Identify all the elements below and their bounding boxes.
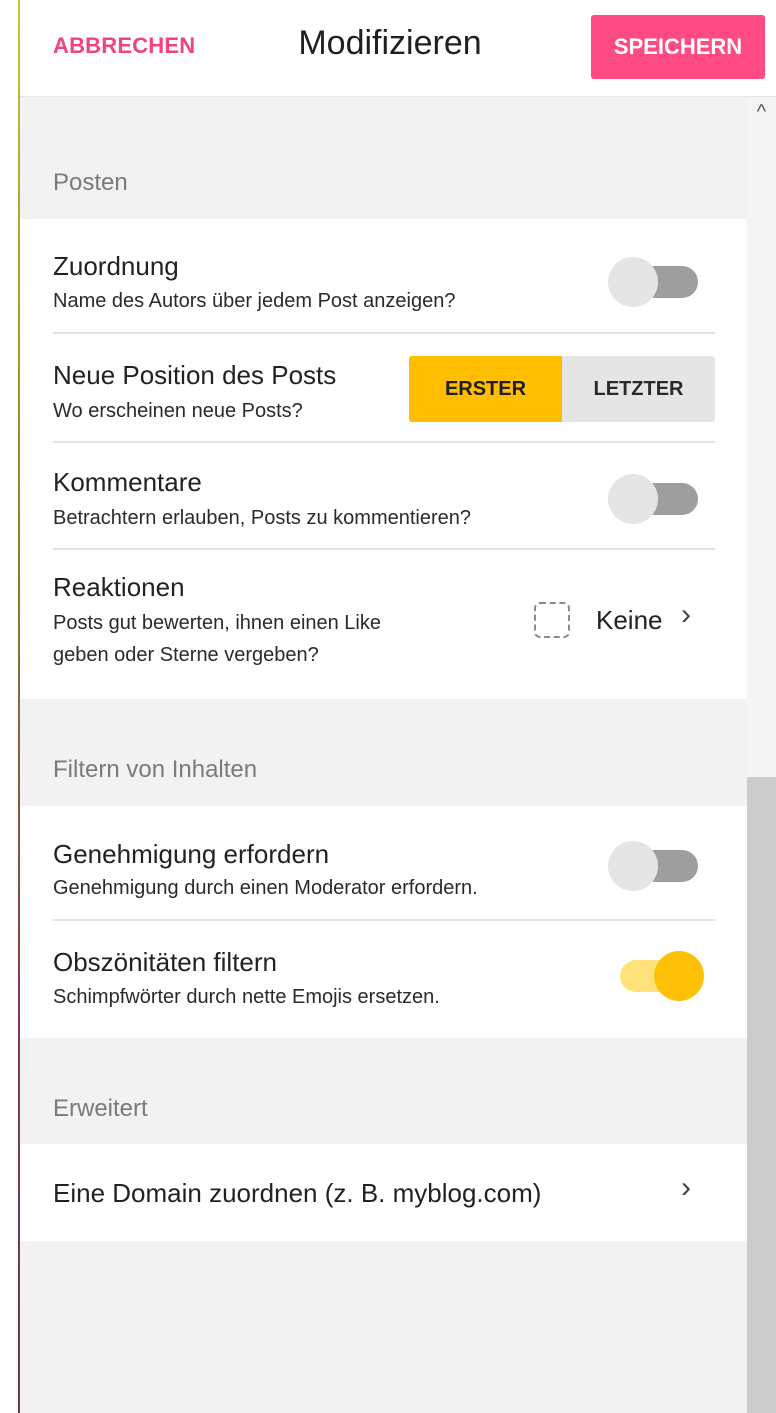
section-title: Filtern von Inhalten: [53, 756, 258, 783]
section-header-posten: Posten: [20, 97, 747, 219]
setting-description: Genehmigung durch einen Moderator erford…: [53, 877, 478, 899]
settings-panel: ABBRECHEN Modifizieren SPEICHERN Posten …: [20, 0, 776, 1413]
kommentare-toggle[interactable]: [608, 474, 704, 524]
obszoenitaeten-toggle[interactable]: [608, 951, 704, 1001]
setting-description-line-2: geben oder Sterne vergeben?: [53, 644, 319, 666]
setting-label: Obszönitäten filtern: [53, 947, 278, 977]
setting-description-line-1: Posts gut bewerten, ihnen einen Like: [53, 612, 381, 634]
setting-description: Wo erscheinen neue Posts?: [53, 400, 303, 422]
genehmigung-toggle[interactable]: [608, 841, 704, 891]
scroll-up-arrow-icon[interactable]: ^: [747, 99, 776, 125]
setting-row-genehmigung[interactable]: Genehmigung erfordern Genehmigung durch …: [20, 806, 747, 919]
header-bar: ABBRECHEN Modifizieren SPEICHERN: [20, 0, 776, 97]
scrollbar-thumb[interactable]: [747, 777, 776, 1413]
setting-label: Reaktionen: [53, 572, 185, 602]
toggle-knob: [608, 841, 658, 891]
position-option-erster[interactable]: ERSTER: [409, 356, 562, 422]
zuordnung-toggle[interactable]: [608, 257, 704, 307]
setting-row-domain[interactable]: Eine Domain zuordnen (z. B. myblog.com) …: [20, 1144, 747, 1241]
section-header-filtern: Filtern von Inhalten: [20, 699, 747, 806]
card-erweitert: Eine Domain zuordnen (z. B. myblog.com) …: [20, 1144, 747, 1241]
toggle-knob: [608, 257, 658, 307]
setting-description: Name des Autors über jedem Post anzeigen…: [53, 290, 456, 312]
card-filtern: Genehmigung erfordern Genehmigung durch …: [20, 806, 747, 1038]
setting-description: Betrachtern erlauben, Posts zu kommentie…: [53, 507, 471, 529]
setting-label: Kommentare: [53, 467, 202, 497]
reaction-placeholder-icon: [534, 602, 570, 638]
save-button[interactable]: SPEICHERN: [591, 15, 765, 79]
position-option-letzter[interactable]: LETZTER: [562, 356, 715, 422]
setting-row-zuordnung[interactable]: Zuordnung Name des Autors über jedem Pos…: [20, 219, 747, 332]
reaktionen-value: Keine: [596, 605, 663, 635]
setting-label: Zuordnung: [53, 251, 179, 281]
setting-label: Eine Domain zuordnen (z. B. myblog.com): [53, 1178, 542, 1208]
setting-description: Schimpfwörter durch nette Emojis ersetze…: [53, 986, 440, 1008]
page-title: Modifizieren: [298, 24, 482, 62]
setting-row-obszoenitaeten[interactable]: Obszönitäten filtern Schimpfwörter durch…: [20, 921, 747, 1038]
setting-row-kommentare[interactable]: Kommentare Betrachtern erlauben, Posts z…: [20, 443, 747, 548]
setting-label: Genehmigung erfordern: [53, 839, 330, 869]
chevron-right-icon: ›: [681, 1171, 691, 1204]
chevron-right-icon: ›: [681, 598, 691, 631]
section-header-erweitert: Erweitert: [20, 1038, 747, 1144]
settings-scroll-area[interactable]: Posten Zuordnung Name des Autors über je…: [20, 97, 747, 1413]
cancel-button[interactable]: ABBRECHEN: [53, 33, 195, 59]
setting-row-reaktionen[interactable]: Reaktionen Posts gut bewerten, ihnen ein…: [20, 550, 747, 699]
section-title: Erweitert: [53, 1095, 148, 1122]
position-segmented-control: ERSTER LETZTER: [409, 356, 715, 422]
vertical-scrollbar[interactable]: ^: [747, 97, 776, 1413]
setting-label: Neue Position des Posts: [53, 360, 337, 390]
toggle-knob: [608, 474, 658, 524]
section-title: Posten: [53, 169, 128, 196]
toggle-knob: [654, 951, 704, 1001]
setting-row-position: Neue Position des Posts Wo erscheinen ne…: [20, 334, 747, 441]
card-posten: Zuordnung Name des Autors über jedem Pos…: [20, 219, 747, 699]
